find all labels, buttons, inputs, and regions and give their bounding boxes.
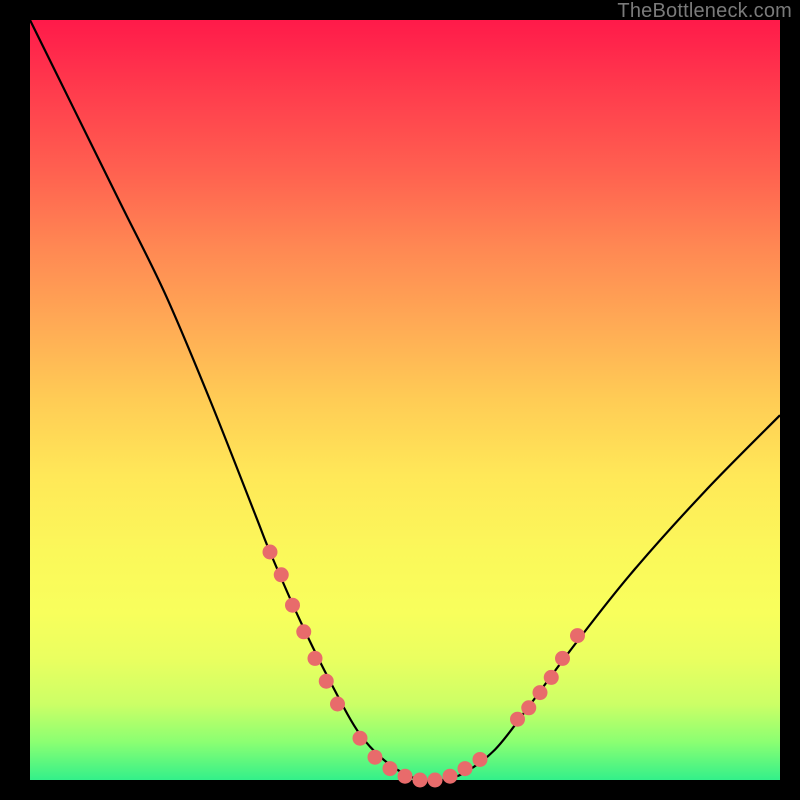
marker-dot	[413, 773, 428, 788]
marker-dot	[521, 700, 536, 715]
curve-layer	[30, 20, 780, 781]
marker-dot	[353, 731, 368, 746]
chart-frame: TheBottleneck.com	[0, 0, 800, 800]
highlight-markers	[263, 545, 586, 788]
marker-dot	[285, 598, 300, 613]
marker-dot	[510, 712, 525, 727]
marker-dot	[555, 651, 570, 666]
bottleneck-curve	[30, 20, 780, 781]
marker-dot	[274, 567, 289, 582]
marker-dot	[383, 761, 398, 776]
marker-dot	[428, 773, 443, 788]
marker-dot	[544, 670, 559, 685]
marker-dot	[368, 750, 383, 765]
marker-dot	[319, 674, 334, 689]
marker-dot	[296, 624, 311, 639]
marker-dot	[473, 752, 488, 767]
marker-dot	[533, 685, 548, 700]
marker-dot	[263, 545, 278, 560]
marker-dot	[330, 697, 345, 712]
marker-dot	[398, 769, 413, 784]
marker-dot	[570, 628, 585, 643]
marker-dot	[458, 761, 473, 776]
marker-dot	[443, 769, 458, 784]
watermark-text: TheBottleneck.com	[617, 0, 792, 23]
marker-dot	[308, 651, 323, 666]
chart-svg	[30, 20, 780, 780]
